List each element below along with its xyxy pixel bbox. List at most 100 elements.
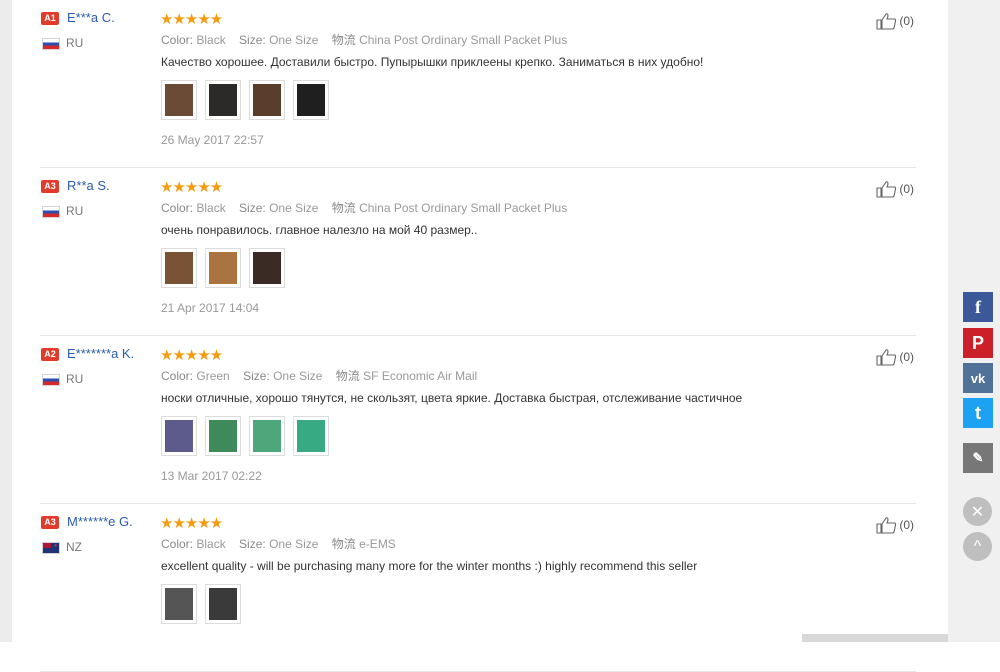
reviewer-country: RU: [66, 36, 84, 50]
star-rating: ★★★★★: [160, 11, 223, 28]
twitter-share-button[interactable]: t: [963, 398, 993, 428]
review-text: Качество хорошее. Доставили быстро. Пупы…: [161, 55, 704, 69]
pinterest-share-button[interactable]: P: [963, 328, 993, 358]
review-photos: [161, 80, 329, 120]
thumbs-up-icon: [876, 517, 897, 534]
helpful-button[interactable]: (0): [875, 348, 914, 366]
review-photos: [161, 248, 285, 288]
star-rating: ★★★★★: [160, 515, 223, 532]
review-photo-thumbnail[interactable]: [161, 416, 197, 456]
helpful-button[interactable]: (0): [875, 12, 914, 30]
thumbs-up-icon: [876, 349, 897, 366]
pencil-icon: ✎: [972, 450, 984, 465]
shipping-label: 物流: [331, 33, 356, 47]
country-flag-icon: [42, 541, 60, 554]
helpful-count: (0): [899, 350, 914, 364]
close-button[interactable]: ✕: [963, 497, 992, 526]
review-date: 13 Mar 2017 02:22: [161, 469, 262, 483]
shipping-value: China Post Ordinary Small Packet Plus: [359, 33, 568, 47]
review-photo-thumbnail[interactable]: [205, 248, 241, 288]
size-label: Size:: [239, 201, 266, 215]
review-date: 26 May 2017 22:57: [161, 133, 264, 147]
size-label: Size:: [239, 537, 266, 551]
review-photo-thumbnail[interactable]: [293, 80, 329, 120]
color-label: Color:: [161, 369, 194, 383]
buyer-level-badge: A1: [41, 12, 59, 25]
reviewer-name[interactable]: E***a C.: [67, 10, 115, 25]
shipping-label: 物流: [331, 537, 356, 551]
buyer-level-badge: A3: [41, 180, 59, 193]
review-text: очень понравилось. главное налезло на мо…: [161, 223, 478, 237]
facebook-share-button[interactable]: f: [963, 292, 993, 322]
country-flag-icon: [42, 206, 60, 218]
size-label: Size:: [239, 33, 266, 47]
page-gutter: [0, 0, 12, 642]
review-item: A3 M******e G. NZ ★★★★★ Color: Black Siz…: [40, 504, 916, 672]
size-value: One Size: [269, 201, 319, 215]
order-info: Color: Black Size: One Size 物流 China Pos…: [161, 199, 567, 216]
size-label: Size:: [243, 369, 270, 383]
review-photo-thumbnail[interactable]: [249, 248, 285, 288]
shipping-label: 物流: [335, 369, 360, 383]
reviewer-name[interactable]: M******e G.: [67, 514, 133, 529]
buyer-level-badge: A2: [41, 348, 59, 361]
country-flag-icon: [42, 374, 60, 386]
review-photo-thumbnail[interactable]: [249, 416, 285, 456]
star-rating: ★★★★★: [160, 179, 223, 196]
review-photo-thumbnail[interactable]: [293, 416, 329, 456]
reviewer-country: NZ: [66, 540, 82, 554]
vk-icon: vk: [970, 370, 986, 386]
review-photo-thumbnail[interactable]: [249, 80, 285, 120]
color-label: Color:: [161, 33, 194, 47]
review-text: excellent quality - will be purchasing m…: [161, 559, 698, 573]
color-label: Color:: [161, 537, 194, 551]
size-value: One Size: [269, 537, 319, 551]
review-text: носки отличные, хорошо тянутся, не сколь…: [161, 391, 743, 405]
pinterest-icon: P: [971, 332, 984, 353]
shipping-label: 物流: [331, 201, 356, 215]
review-photo-thumbnail[interactable]: [205, 80, 241, 120]
review-photo-thumbnail[interactable]: [161, 248, 197, 288]
shipping-value: China Post Ordinary Small Packet Plus: [359, 201, 568, 215]
vk-share-button[interactable]: vk: [963, 363, 993, 393]
order-info: Color: Black Size: One Size 物流 e-EMS: [161, 535, 396, 552]
color-label: Color:: [161, 201, 194, 215]
reviewer-name[interactable]: R**a S.: [67, 178, 110, 193]
shipping-value: SF Economic Air Mail: [363, 369, 478, 383]
reviewer-country: RU: [66, 372, 84, 386]
thumbs-up-icon: [876, 13, 897, 30]
review-date: 21 Apr 2017 14:04: [161, 301, 260, 315]
reviewer-name[interactable]: E*******a K.: [67, 346, 134, 361]
shipping-value: e-EMS: [359, 537, 396, 551]
review-photo-thumbnail[interactable]: [161, 80, 197, 120]
size-value: One Size: [273, 369, 323, 383]
color-value: Black: [196, 537, 226, 551]
helpful-count: (0): [899, 182, 914, 196]
review-photos: [161, 416, 329, 456]
review-photo-thumbnail[interactable]: [161, 584, 197, 624]
order-info: Color: Black Size: One Size 物流 China Pos…: [161, 31, 567, 48]
scroll-top-button[interactable]: ^: [963, 532, 992, 561]
edit-button[interactable]: ✎: [963, 443, 993, 473]
review-photo-thumbnail[interactable]: [205, 416, 241, 456]
helpful-count: (0): [899, 518, 914, 532]
facebook-icon: f: [975, 296, 981, 317]
reviewer-country: RU: [66, 204, 84, 218]
review-photo-thumbnail[interactable]: [205, 584, 241, 624]
review-item: A2 E*******a K. RU ★★★★★ Color: Green Si…: [40, 336, 916, 504]
star-rating: ★★★★★: [160, 347, 223, 364]
buyer-level-badge: A3: [41, 516, 59, 529]
close-icon: ✕: [970, 503, 985, 521]
country-flag-icon: [42, 38, 60, 50]
chevron-up-icon: ^: [973, 537, 982, 555]
color-value: Green: [196, 369, 230, 383]
helpful-button[interactable]: (0): [875, 180, 914, 198]
helpful-button[interactable]: (0): [875, 516, 914, 534]
helpful-count: (0): [899, 14, 914, 28]
review-photos: [161, 584, 241, 624]
order-info: Color: Green Size: One Size 物流 SF Econom…: [161, 367, 477, 384]
twitter-icon: t: [975, 402, 981, 423]
review-item: A1 E***a C. RU ★★★★★ Color: Black Size: …: [40, 0, 916, 168]
color-value: Black: [196, 33, 226, 47]
thumbs-up-icon: [876, 181, 897, 198]
